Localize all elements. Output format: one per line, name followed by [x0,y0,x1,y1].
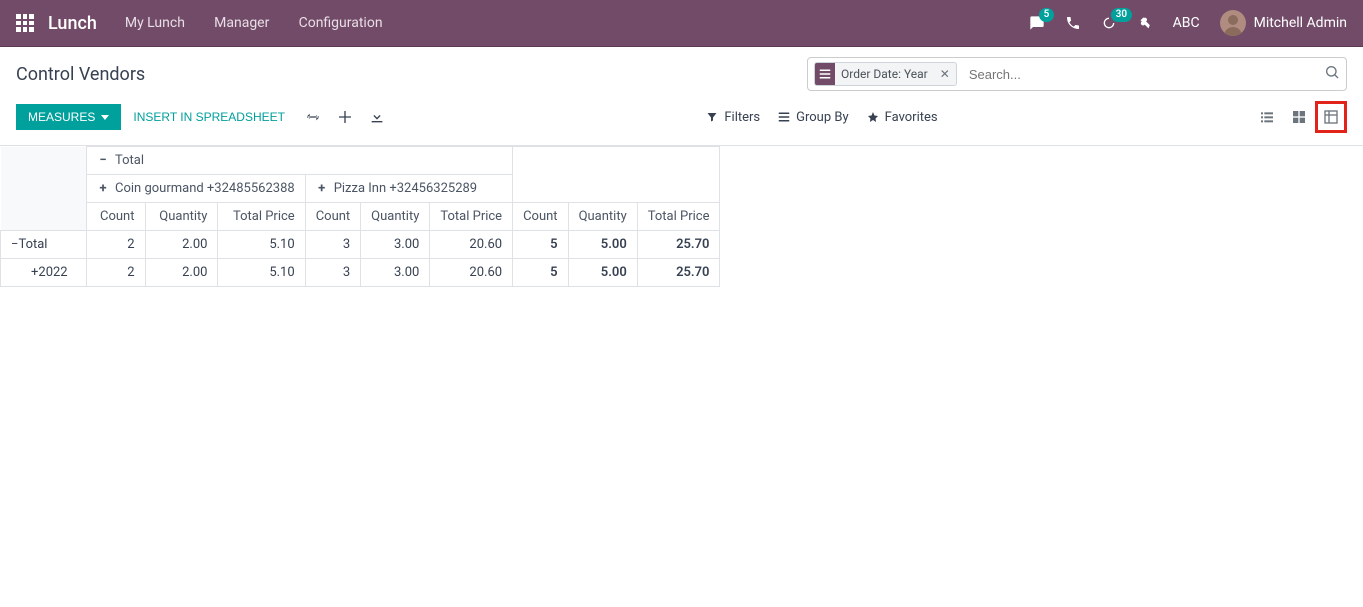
pivot-cell[interactable]: 25.70 [637,259,720,287]
row-header[interactable]: +2022 [1,259,87,287]
messages-badge: 5 [1039,8,1055,22]
pivot-cell[interactable]: 20.60 [430,231,513,259]
search-icon[interactable] [1324,64,1340,84]
pivot-table: −Total +Coin gourmand +32485562388 +Pizz… [0,146,720,287]
col-vendor-0[interactable]: +Coin gourmand +32485562388 [87,175,306,203]
search-facet: Order Date: Year ✕ [814,62,957,86]
measure-quantity[interactable]: Quantity [568,203,637,231]
facet-label: Order Date: Year [835,67,934,81]
measure-quantity[interactable]: Quantity [361,203,430,231]
facet-remove[interactable]: ✕ [934,67,956,81]
pivot-cell[interactable]: 3.00 [361,231,430,259]
groupby-menu[interactable]: Group By [778,110,849,125]
caret-down-icon [101,115,109,120]
favorites-menu[interactable]: Favorites [867,110,938,125]
expand-all-button[interactable] [329,103,361,131]
pivot-cell[interactable]: 5.00 [568,259,637,287]
col-vendor-1[interactable]: +Pizza Inn +32456325289 [305,175,512,203]
funnel-icon [706,111,718,123]
pivot-cell[interactable]: 25.70 [637,231,720,259]
avatar [1220,10,1246,36]
measure-total-price[interactable]: Total Price [430,203,513,231]
pivot-cell[interactable]: 5.10 [218,231,305,259]
flip-axis-button[interactable] [297,103,329,131]
measures-button[interactable]: MEASURES [16,104,121,130]
star-icon [867,111,879,123]
company-selector[interactable]: ABC [1173,15,1200,31]
toolbar: MEASURES INSERT IN SPREADSHEET Filters G… [0,95,1363,146]
nav-my-lunch[interactable]: My Lunch [125,15,185,31]
download-button[interactable] [361,103,393,131]
timer-badge: 30 [1111,8,1132,22]
messages-icon[interactable]: 5 [1029,15,1045,31]
pivot-cell[interactable]: 2.00 [145,259,218,287]
user-name: Mitchell Admin [1254,15,1347,31]
timer-icon[interactable]: 30 [1101,15,1117,31]
search-box[interactable]: Order Date: Year ✕ [807,57,1347,91]
view-list-button[interactable] [1251,101,1283,133]
col-total-header[interactable]: −Total [87,147,513,175]
nav-menu: My Lunch Manager Configuration [125,15,409,31]
nav-configuration[interactable]: Configuration [299,15,383,31]
tools-icon[interactable] [1137,15,1153,31]
measure-count[interactable]: Count [513,203,568,231]
pivot-cell[interactable]: 5.10 [218,259,305,287]
pivot-cell[interactable]: 3 [305,259,360,287]
groupby-icon [815,63,835,85]
apps-icon[interactable] [16,14,34,32]
app-name[interactable]: Lunch [48,13,97,34]
nav-manager[interactable]: Manager [214,15,269,31]
user-menu[interactable]: Mitchell Admin [1220,10,1347,36]
measure-total-price[interactable]: Total Price [637,203,720,231]
pivot-cell[interactable]: 5 [513,259,568,287]
phone-icon[interactable] [1065,15,1081,31]
pivot-cell[interactable]: 3.00 [361,259,430,287]
pivot-cell[interactable]: 2 [87,259,146,287]
measure-quantity[interactable]: Quantity [145,203,218,231]
insert-spreadsheet-button[interactable]: INSERT IN SPREADSHEET [121,104,297,130]
measure-count[interactable]: Count [305,203,360,231]
list-icon [778,111,790,123]
pivot-cell[interactable]: 5 [513,231,568,259]
pivot-cell[interactable]: 3 [305,231,360,259]
navbar: Lunch My Lunch Manager Configuration 5 3… [0,0,1363,46]
pivot-cell[interactable]: 5.00 [568,231,637,259]
filters-menu[interactable]: Filters [706,110,760,125]
pivot-cell[interactable]: 2.00 [145,231,218,259]
control-bar: Control Vendors Order Date: Year ✕ [0,47,1363,95]
row-header[interactable]: −Total [1,231,87,259]
view-kanban-button[interactable] [1283,101,1315,133]
pivot-cell[interactable]: 2 [87,231,146,259]
search-input[interactable] [963,58,1324,90]
view-pivot-button[interactable] [1315,101,1347,133]
pivot-cell[interactable]: 20.60 [430,259,513,287]
page-title: Control Vendors [16,64,145,85]
measure-count[interactable]: Count [87,203,146,231]
measure-total-price[interactable]: Total Price [218,203,305,231]
